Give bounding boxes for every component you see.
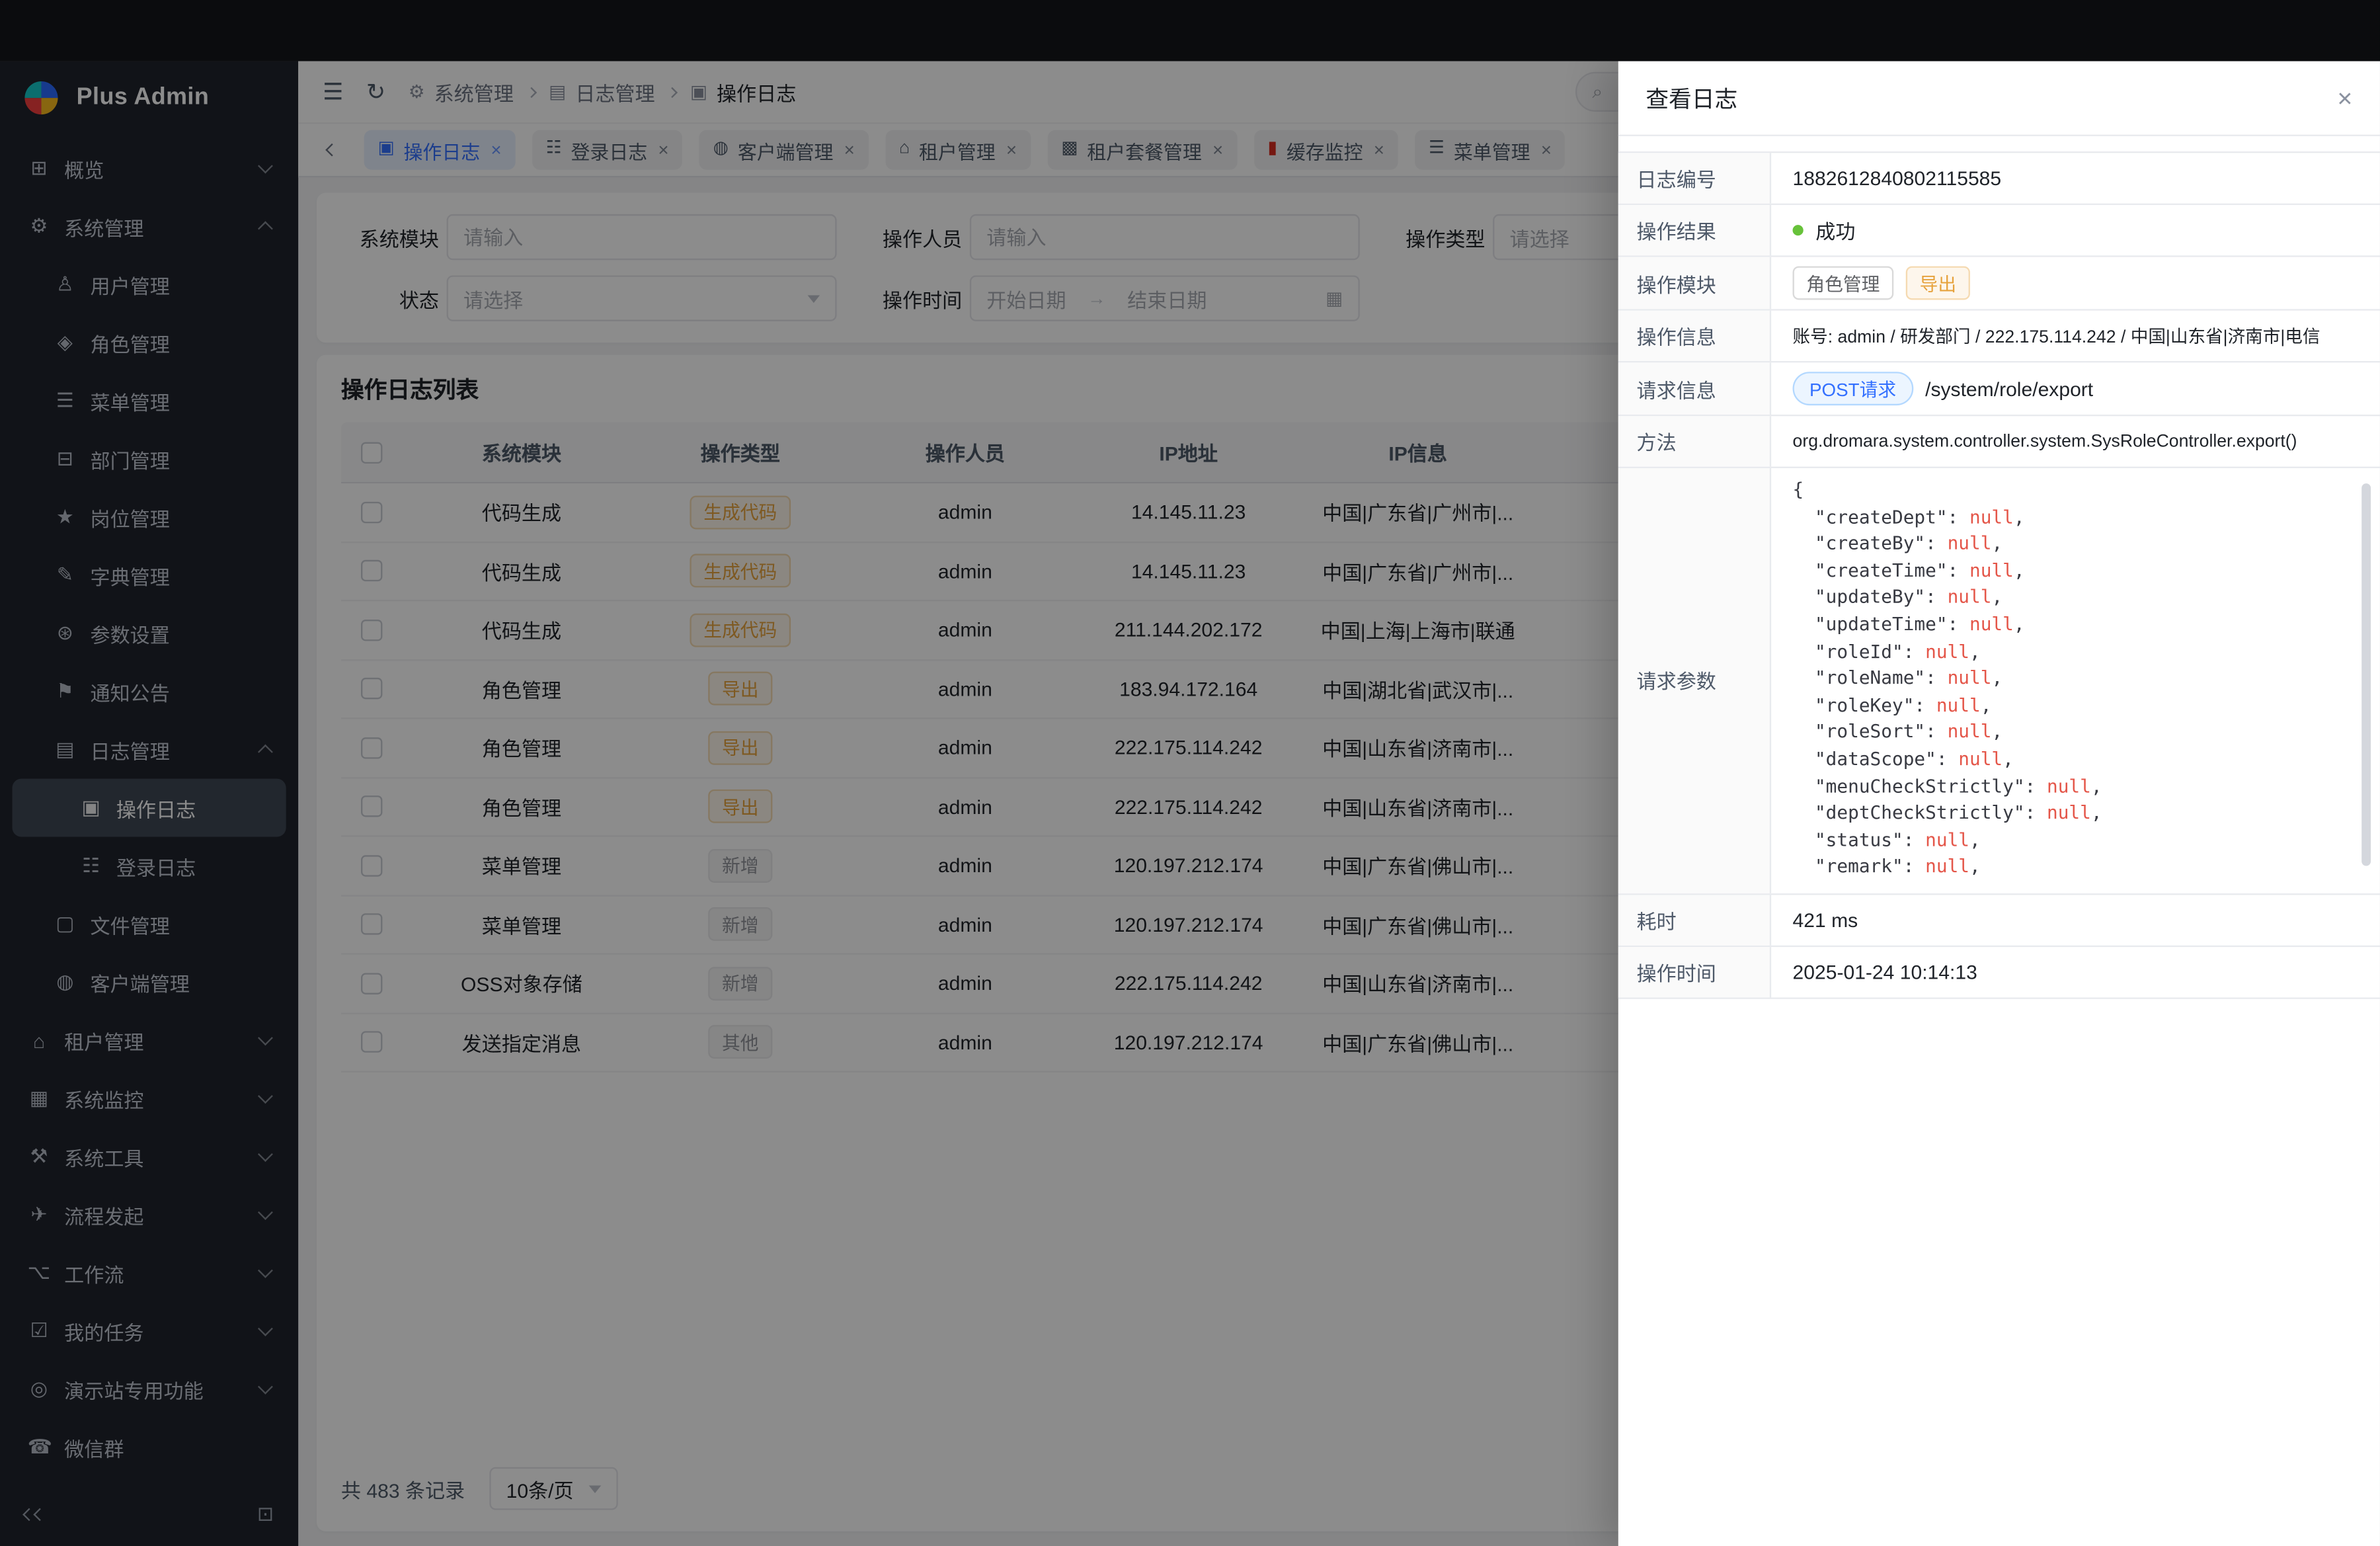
operation-time-value: 2025-01-24 10:14:13 [1771,947,2380,997]
detail-row-params: 请求参数 { "createDept": null, "createBy": n… [1618,468,2380,895]
detail-row-duration: 耗时 421 ms [1618,895,2380,947]
operation-info-value: 账号: admin / 研发部门 / 222.175.114.242 / 中国|… [1771,311,2380,361]
log-detail-table: 日志编号 1882612840802115585 操作结果 成功 操作模块 角色… [1618,151,2380,999]
detail-label: 操作信息 [1618,311,1771,361]
detail-row-time: 操作时间 2025-01-24 10:14:13 [1618,947,2380,999]
detail-row-result: 操作结果 成功 [1618,205,2380,257]
detail-label: 请求信息 [1618,362,1771,415]
screen: Plus Admin ⊞ 概览 ⚙ 系统管理 [0,0,2380,1546]
close-icon[interactable]: × [2337,85,2352,110]
module-tag: 角色管理 [1793,266,1894,300]
log-id-value: 1882612840802115585 [1771,153,2380,203]
drawer-header: 查看日志 × [1618,61,2380,136]
detail-row-log-id: 日志编号 1882612840802115585 [1618,153,2380,205]
detail-label: 请求参数 [1618,468,1771,893]
request-url: /system/role/export [1925,377,2093,400]
request-params-code[interactable]: { "createDept": null, "createBy": null, … [1793,477,2359,881]
detail-row-method: 方法 org.dromara.system.controller.system.… [1618,416,2380,468]
detail-row-module: 操作模块 角色管理 导出 [1618,257,2380,311]
detail-label: 操作时间 [1618,947,1771,997]
detail-label: 方法 [1618,416,1771,466]
business-type-tag: 导出 [1906,266,1970,300]
detail-label: 耗时 [1618,895,1771,945]
result-value: 成功 [1815,216,1855,245]
detail-label: 操作结果 [1618,205,1771,255]
method-value: org.dromara.system.controller.system.Sys… [1771,416,2380,466]
code-scrollbar[interactable] [2361,483,2371,866]
drawer-title: 查看日志 [1646,82,1737,114]
app: Plus Admin ⊞ 概览 ⚙ 系统管理 [0,61,2380,1546]
detail-label: 操作模块 [1618,257,1771,309]
log-detail-drawer: 查看日志 × 日志编号 1882612840802115585 操作结果 成功 … [1618,61,2380,1546]
window-top-strip [0,0,2380,61]
request-method-tag: POST请求 [1793,372,1913,405]
duration-value: 421 ms [1771,895,2380,945]
success-status-dot [1793,225,1804,235]
detail-row-info: 操作信息 账号: admin / 研发部门 / 222.175.114.242 … [1618,311,2380,363]
detail-row-request: 请求信息 POST请求 /system/role/export [1618,362,2380,416]
detail-label: 日志编号 [1618,153,1771,203]
